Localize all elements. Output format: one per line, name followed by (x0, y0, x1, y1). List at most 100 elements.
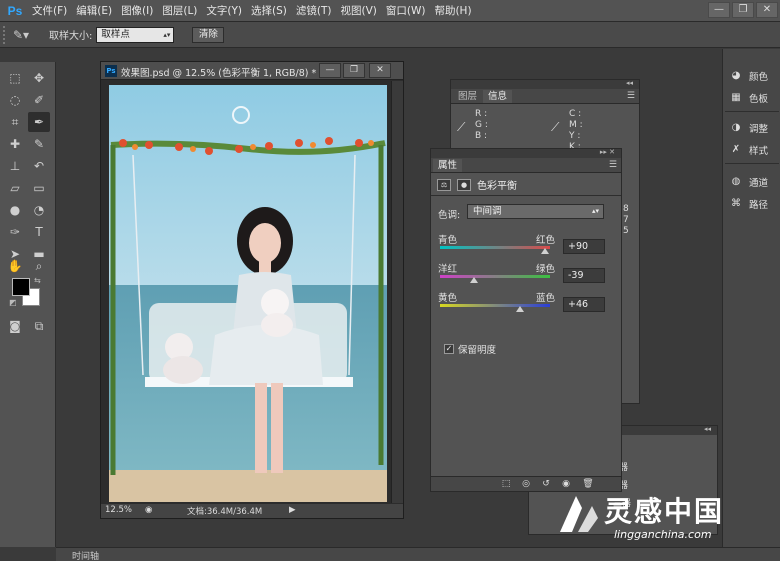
menu-file[interactable]: 文件(F) (32, 3, 67, 18)
move-tool-icon[interactable]: ✥ (28, 68, 50, 88)
tab-properties[interactable]: 属性 (433, 159, 463, 172)
quick-mask-icon[interactable]: ◙ (4, 316, 26, 336)
clone-stamp-tool-icon[interactable]: ⊥ (4, 156, 26, 176)
menu-type[interactable]: 文字(Y) (206, 3, 242, 18)
layers-collapse-icon[interactable]: ◂◂ (704, 425, 711, 433)
quick-select-tool-icon[interactable]: ✐ (28, 90, 50, 110)
eyedropper-tool-icon[interactable]: ✒ (28, 112, 50, 132)
tab-info[interactable]: 信息 (483, 90, 513, 103)
eyedropper-tool-preset-icon[interactable]: ✎▾ (13, 26, 39, 44)
dock-paths[interactable]: ⌘ 路径 (729, 197, 768, 211)
info-b: B : (475, 131, 488, 141)
tone-select[interactable]: 中间调 ▴▾ (467, 204, 604, 219)
lasso-tool-icon[interactable]: ◌ (4, 90, 26, 110)
props-menu-icon[interactable]: ☰ (609, 160, 617, 170)
dock-swatches[interactable]: ▦ 色板 (729, 91, 768, 105)
type-tool-icon[interactable]: T (28, 222, 50, 242)
panel-menu-icon[interactable]: ☰ (627, 91, 635, 101)
zoom-level[interactable]: 12.5% (105, 505, 132, 515)
menu-edit[interactable]: 编辑(E) (76, 3, 112, 18)
tab-layers[interactable]: 图层 (453, 90, 482, 103)
stepper-arrows-icon: ▴▾ (163, 30, 171, 39)
properties-header: ⚖ ● 色彩平衡 (437, 177, 517, 192)
dodge-tool-icon[interactable]: ◔ (28, 200, 50, 220)
marquee-tool-icon[interactable]: ⬚ (4, 68, 26, 88)
minimize-button[interactable]: — (708, 2, 730, 18)
properties-tabbar: 属性 ☰ (431, 158, 621, 173)
crop-tool-icon[interactable]: ⌗ (4, 112, 26, 132)
slider-thumb[interactable] (540, 248, 549, 254)
watermark-url: lingganchina.com (614, 528, 712, 541)
zoom-tool-icon[interactable]: ⌕ (28, 256, 50, 276)
props-collapse-bar[interactable]: ▸▸ ✕ (431, 148, 621, 158)
sample-size-select[interactable]: 取样点 ▴▾ (96, 26, 175, 43)
hand-tool-icon[interactable]: ✋ (4, 256, 26, 276)
doc-restore-button[interactable]: ❐ (343, 63, 365, 78)
blur-tool-icon[interactable]: ● (4, 200, 26, 220)
watermark-logo (560, 496, 598, 532)
mask-icon[interactable]: ● (457, 178, 471, 191)
timeline-bar[interactable]: 时间轴 (56, 547, 780, 561)
canvas-image[interactable] (109, 85, 387, 502)
swap-colors-icon[interactable]: ⇆ (34, 276, 41, 285)
document-title-bar[interactable]: Ps 效果图.psd @ 12.5% (色彩平衡 1, RGB/8) * — ❐… (101, 62, 403, 80)
tone-value: 中间调 (473, 206, 502, 217)
preserve-luminosity-row[interactable]: ✓ 保留明度 (444, 342, 496, 356)
dock-color[interactable]: ◕ 颜色 (729, 69, 768, 83)
restore-button[interactable]: ❐ (732, 2, 754, 18)
document-scrollbar[interactable] (391, 81, 403, 503)
slider-track[interactable] (440, 304, 550, 307)
brush-tool-icon[interactable]: ✎ (28, 134, 50, 154)
doc-minimize-button[interactable]: — (319, 63, 341, 78)
slider-track[interactable] (440, 275, 550, 278)
slider-yellow-blue: 黄色 蓝色 +46 (438, 290, 608, 318)
default-colors-icon[interactable]: ◩ (9, 298, 17, 307)
menu-select[interactable]: 选择(S) (251, 3, 287, 18)
preserve-luminosity-checkbox[interactable]: ✓ (444, 344, 454, 354)
options-grip[interactable] (3, 25, 9, 44)
close-button[interactable]: ✕ (756, 2, 778, 18)
slider-track[interactable] (440, 246, 550, 249)
menu-layer[interactable]: 图层(L) (162, 3, 197, 18)
eraser-tool-icon[interactable]: ▱ (4, 178, 26, 198)
doc-close-button[interactable]: ✕ (369, 63, 391, 78)
slider-thumb[interactable] (516, 306, 525, 312)
panel-collapse-bar[interactable]: ◂◂ (451, 79, 639, 89)
photo-girl-on-swing (109, 85, 387, 502)
props-collapse-icon[interactable]: ▸▸ ✕ (600, 148, 615, 156)
dock-swatches-label: 色板 (749, 94, 769, 105)
healing-brush-tool-icon[interactable]: ✚ (4, 134, 26, 154)
slider-value-input[interactable]: +46 (563, 297, 605, 312)
clip-to-layer-icon[interactable]: ⬚ (499, 478, 513, 490)
properties-title: 色彩平衡 (477, 181, 517, 192)
foreground-color-swatch[interactable] (12, 278, 30, 296)
color-balance-icon[interactable]: ⚖ (437, 178, 451, 191)
collapse-icon[interactable]: ◂◂ (626, 79, 633, 87)
slider-left-label: 黄色 (438, 293, 458, 304)
status-menu-icon[interactable]: ◉ (145, 505, 152, 515)
menu-help[interactable]: 帮助(H) (434, 3, 471, 18)
slider-right-label: 红色 (536, 235, 556, 246)
slider-thumb[interactable] (469, 277, 478, 283)
clear-button[interactable]: 清除 (192, 26, 225, 43)
document-window: Ps 效果图.psd @ 12.5% (色彩平衡 1, RGB/8) * — ❐… (100, 61, 404, 519)
menu-bar: Ps 文件(F) 编辑(E) 图像(I) 图层(L) 文字(Y) 选择(S) 滤… (0, 0, 780, 22)
menu-image[interactable]: 图像(I) (121, 3, 153, 18)
slider-value-input[interactable]: -39 (563, 268, 605, 283)
menu-filter[interactable]: 滤镜(T) (296, 3, 332, 18)
pen-tool-icon[interactable]: ✑ (4, 222, 26, 242)
status-arrow-icon[interactable]: ▶ (289, 505, 296, 515)
reset-icon[interactable]: ↺ (539, 478, 553, 490)
screen-mode-icon[interactable]: ⧉ (28, 316, 50, 336)
menu-window[interactable]: 窗口(W) (386, 3, 426, 18)
view-previous-icon[interactable]: ◎ (519, 478, 533, 490)
gradient-tool-icon[interactable]: ▭ (28, 178, 50, 198)
dock-styles[interactable]: ✗ 样式 (729, 143, 768, 157)
slider-value-input[interactable]: +90 (563, 239, 605, 254)
menu-view[interactable]: 视图(V) (340, 3, 376, 18)
dock-channels[interactable]: ◍ 通道 (729, 175, 768, 189)
document-status-bar: 12.5% ◉ 文档:36.4M/36.4M ▶ (101, 504, 403, 518)
history-brush-tool-icon[interactable]: ↶ (28, 156, 50, 176)
divider (725, 111, 779, 112)
dock-adjustments[interactable]: ◑ 调整 (729, 121, 768, 135)
